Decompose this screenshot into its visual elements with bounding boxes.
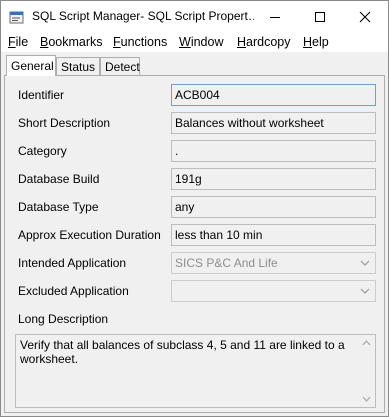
long-description-scrollbar[interactable] xyxy=(358,335,375,407)
tab-status[interactable]: Status xyxy=(56,57,100,75)
identifier-field[interactable]: ACB004 xyxy=(171,84,376,106)
short-description-label: Short Description xyxy=(18,116,111,130)
close-icon xyxy=(359,11,371,22)
minimize-icon xyxy=(270,16,280,18)
close-button[interactable] xyxy=(345,1,385,32)
database-type-field[interactable]: any xyxy=(171,196,376,218)
general-tab-panel: Identifier ACB004 Short Description Bala… xyxy=(4,75,385,413)
menu-hardcopy[interactable]: Hardcopy xyxy=(237,35,291,49)
maximize-button[interactable] xyxy=(300,1,340,32)
long-description-text: Verify that all balances of subclass 4, … xyxy=(20,338,345,366)
excluded-application-dropdown[interactable] xyxy=(171,280,376,302)
database-build-label: Database Build xyxy=(18,172,100,186)
window-title: SQL Script Manager- SQL Script Propert… xyxy=(32,9,254,23)
category-label: Category xyxy=(18,144,67,158)
chevron-down-icon xyxy=(360,288,370,294)
sql-script-manager-icon[interactable] xyxy=(9,9,25,25)
menu-bookmarks[interactable]: Bookmarks xyxy=(40,35,103,49)
minimize-button[interactable] xyxy=(255,1,295,32)
intended-application-label: Intended Application xyxy=(18,256,127,270)
scroll-up-icon[interactable] xyxy=(361,339,372,347)
short-description-field[interactable]: Balances without worksheet xyxy=(171,112,376,134)
menu-help[interactable]: Help xyxy=(303,35,329,49)
app-window: SQL Script Manager- SQL Script Propert… … xyxy=(0,0,389,417)
identifier-label: Identifier xyxy=(18,88,65,102)
scroll-down-icon[interactable] xyxy=(361,395,372,403)
tab-strip: General Status Detect xyxy=(4,55,385,76)
approx-execution-duration-field[interactable]: less than 10 min xyxy=(171,224,376,246)
menu-functions[interactable]: Functions xyxy=(113,35,167,49)
category-field[interactable]: . xyxy=(171,140,376,162)
menu-window[interactable]: Window xyxy=(179,35,223,49)
title-bar[interactable]: SQL Script Manager- SQL Script Propert… xyxy=(1,1,388,32)
excluded-application-label: Excluded Application xyxy=(18,284,129,298)
menu-bar: File Bookmarks Functions Window Hardcopy… xyxy=(1,32,388,52)
tab-detect[interactable]: Detect xyxy=(100,57,140,75)
tab-general[interactable]: General xyxy=(6,55,56,76)
menu-file[interactable]: File xyxy=(8,35,28,49)
intended-application-dropdown[interactable]: SICS P&C And Life xyxy=(171,252,376,274)
approx-execution-duration-label: Approx Execution Duration xyxy=(18,228,161,242)
database-type-label: Database Type xyxy=(18,200,99,214)
chevron-down-icon xyxy=(360,260,370,266)
maximize-icon xyxy=(315,11,325,22)
database-build-field[interactable]: 191g xyxy=(171,168,376,190)
long-description-textarea[interactable]: Verify that all balances of subclass 4, … xyxy=(15,334,376,408)
intended-application-value: SICS P&C And Life xyxy=(175,256,278,270)
long-description-label: Long Description xyxy=(18,312,109,326)
